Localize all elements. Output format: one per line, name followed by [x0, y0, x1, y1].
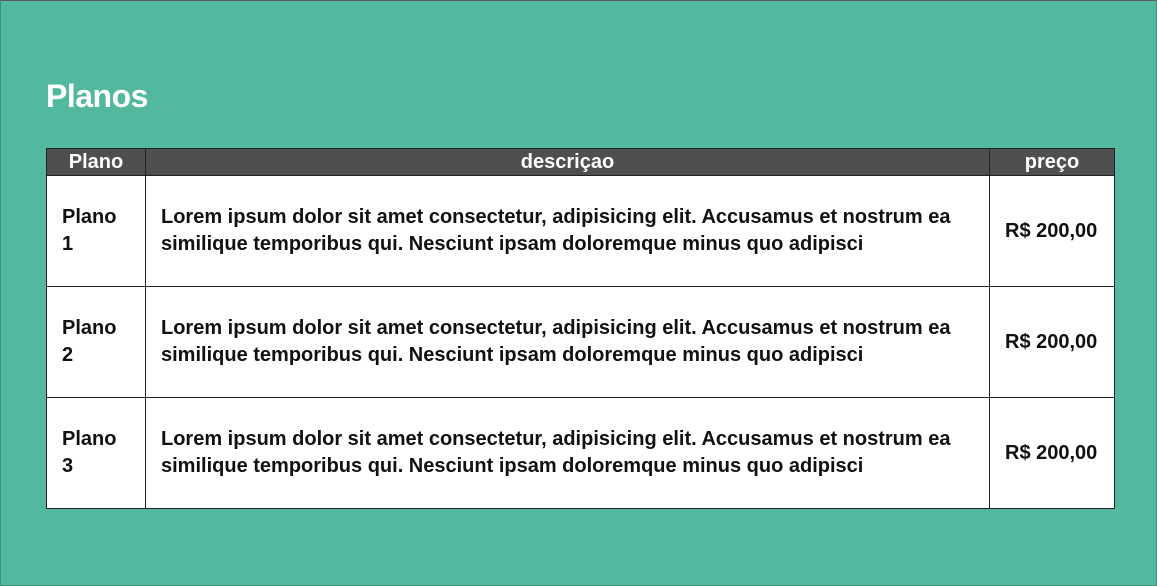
table-row: Plano 2 Lorem ipsum dolor sit amet conse… — [46, 286, 1115, 398]
plan-name-cell: Plano 3 — [46, 397, 146, 509]
plan-name-cell: Plano 2 — [46, 286, 146, 398]
plan-description-cell: Lorem ipsum dolor sit amet consectetur, … — [145, 175, 990, 287]
plans-table: Plano descriçao preço Plano 1 Lorem ipsu… — [46, 148, 1115, 509]
column-header-plan: Plano — [46, 148, 146, 176]
plan-price-cell: R$ 200,00 — [989, 286, 1115, 398]
table-row: Plano 3 Lorem ipsum dolor sit amet conse… — [46, 397, 1115, 509]
column-header-description: descriçao — [145, 148, 990, 176]
plan-description-cell: Lorem ipsum dolor sit amet consectetur, … — [145, 286, 990, 398]
plan-price-cell: R$ 200,00 — [989, 397, 1115, 509]
plan-name-cell: Plano 1 — [46, 175, 146, 287]
page-title: Planos — [46, 78, 148, 114]
table-header-row: Plano descriçao preço — [46, 148, 1115, 176]
plan-price-cell: R$ 200,00 — [989, 175, 1115, 287]
table-row: Plano 1 Lorem ipsum dolor sit amet conse… — [46, 175, 1115, 287]
plan-description-cell: Lorem ipsum dolor sit amet consectetur, … — [145, 397, 990, 509]
column-header-price: preço — [989, 148, 1115, 176]
